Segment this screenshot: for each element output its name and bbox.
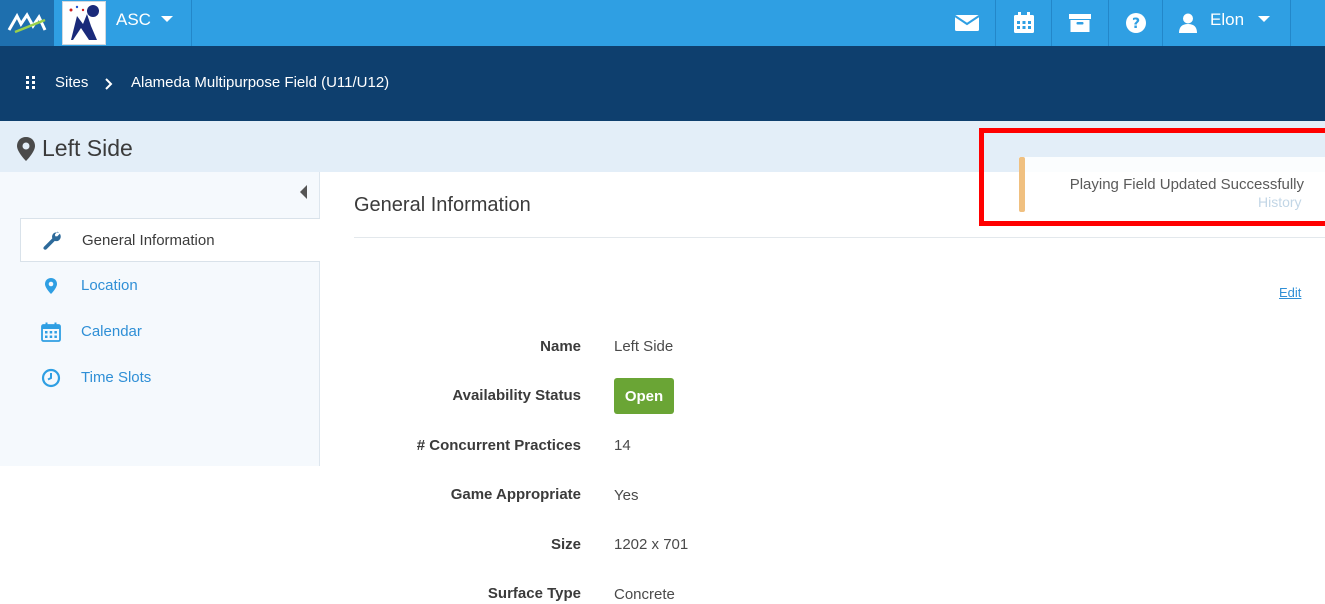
chevron-down-icon[interactable] — [1256, 12, 1272, 31]
sidebar-item-general-information[interactable]: General Information — [20, 218, 320, 262]
section-title: General Information — [354, 194, 531, 216]
sidebar-item-calendar[interactable]: Calendar — [20, 310, 320, 354]
map-marker-icon — [40, 276, 62, 296]
field-label-availability-status: Availability Status — [452, 387, 581, 404]
org-name[interactable]: ASC — [116, 10, 151, 30]
divider — [191, 0, 192, 46]
svg-text:?: ? — [1131, 16, 1139, 32]
chevron-right-icon — [103, 77, 113, 94]
user-icon[interactable] — [1176, 0, 1200, 46]
clock-icon — [40, 368, 62, 388]
chevron-down-icon[interactable] — [159, 12, 175, 31]
collapse-sidebar-icon[interactable] — [298, 184, 308, 205]
map-marker-icon — [16, 136, 36, 167]
breadcrumb-current[interactable]: Alameda Multipurpose Field (U11/U12) — [131, 74, 389, 92]
grid-menu-icon[interactable] — [25, 75, 37, 93]
edit-link[interactable]: Edit — [1279, 285, 1301, 300]
breadcrumb-sites[interactable]: Sites — [55, 74, 88, 92]
field-label-name: Name — [540, 338, 581, 355]
sidebar-item-label: Calendar — [81, 323, 142, 340]
divider — [1162, 0, 1163, 46]
status-badge: Open — [614, 378, 674, 414]
field-value-name: Left Side — [614, 338, 674, 355]
archive-icon[interactable] — [1052, 0, 1108, 46]
sidebar-item-label: Time Slots — [81, 369, 152, 386]
field-label-surface-type: Surface Type — [487, 585, 581, 602]
divider — [1290, 0, 1291, 46]
field-label-size: Size — [550, 536, 581, 553]
org-avatar[interactable] — [62, 1, 106, 45]
sidebar-item-time-slots[interactable]: Time Slots — [20, 356, 320, 400]
page-title: Left Side — [42, 135, 133, 161]
top-navbar: ASC ? Elon — [0, 0, 1325, 46]
field-label-game-appropriate: Game Appropriate — [450, 486, 581, 503]
field-value-concurrent-practices: 14 — [614, 437, 631, 454]
breadcrumb: Sites Alameda Multipurpose Field (U11/U1… — [0, 46, 1325, 121]
sidebar-item-label: General Information — [82, 232, 215, 249]
sidebar-item-location[interactable]: Location — [20, 264, 320, 308]
divider — [354, 237, 1325, 238]
help-icon[interactable]: ? — [1109, 0, 1162, 46]
highlight-box — [979, 128, 1325, 226]
field-label-concurrent-practices: # Concurrent Practices — [416, 437, 581, 454]
sidebar-item-label: Location — [81, 277, 138, 294]
wrench-icon — [41, 231, 63, 251]
user-name[interactable]: Elon — [1210, 10, 1244, 30]
logo-icon[interactable] — [0, 0, 54, 46]
calendar-icon[interactable] — [996, 0, 1051, 46]
field-value-game-appropriate: Yes — [614, 487, 639, 504]
calendar-icon — [40, 322, 62, 342]
field-value-surface-type: Concrete — [614, 586, 675, 603]
field-value-size: 1202 x 701 — [614, 536, 689, 553]
envelope-icon[interactable] — [939, 0, 995, 46]
